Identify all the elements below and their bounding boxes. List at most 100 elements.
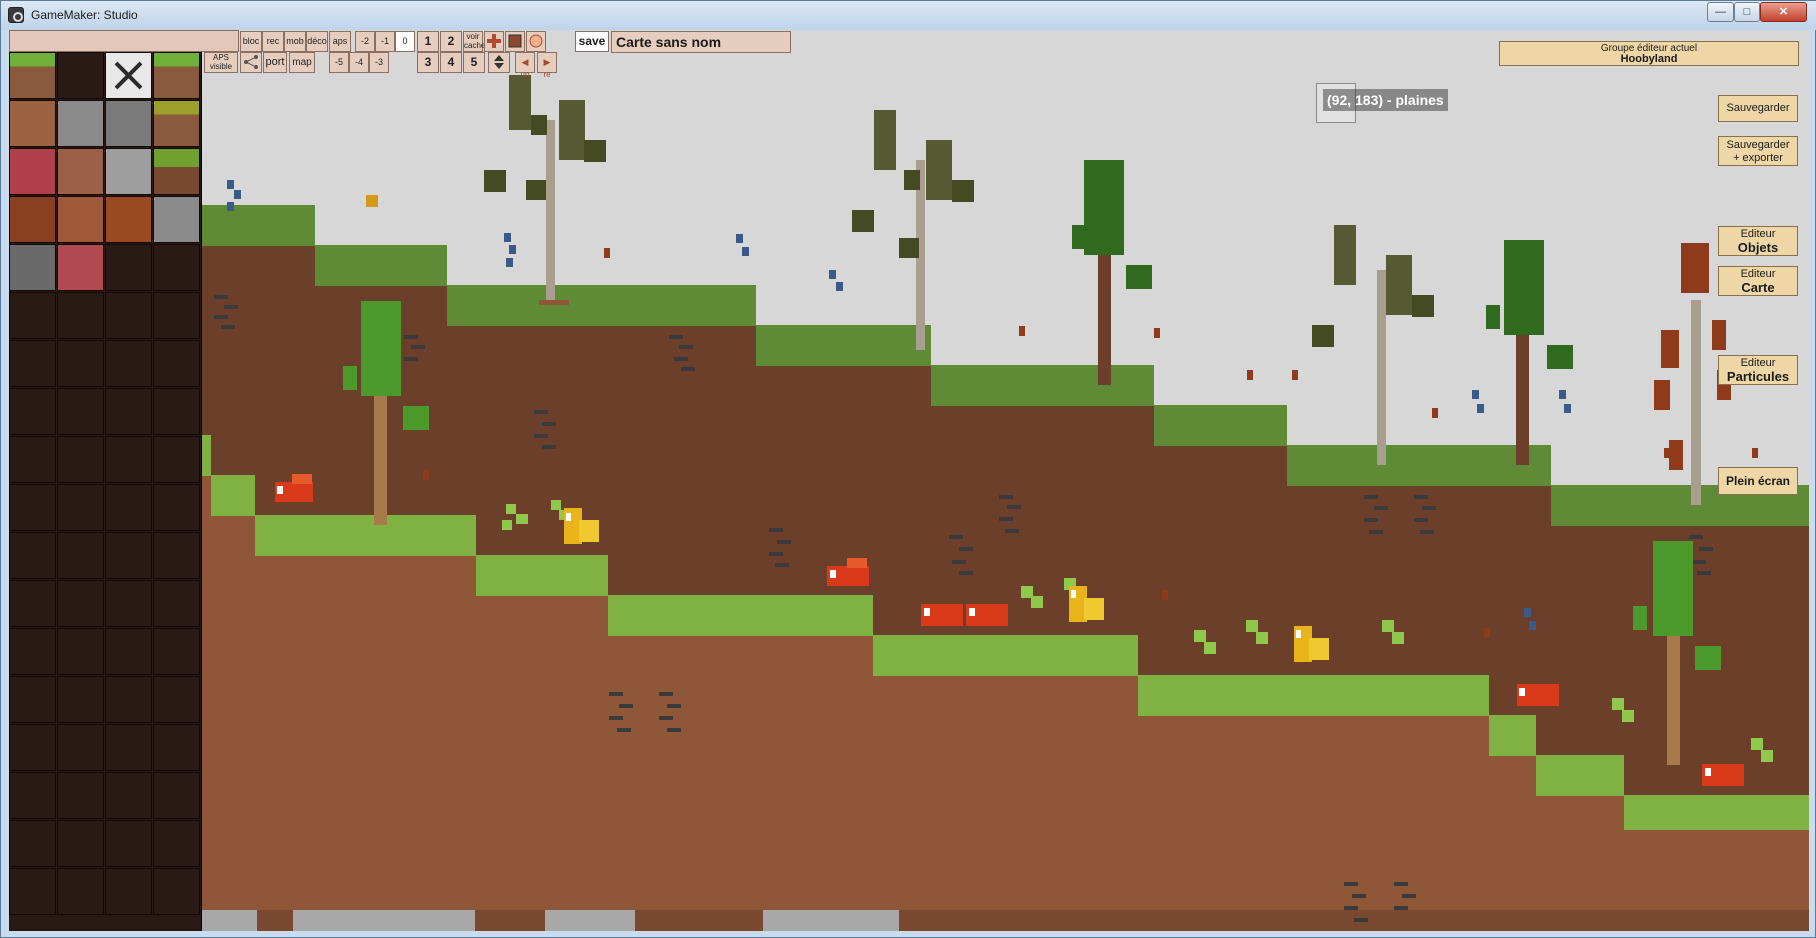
palette-empty-tile[interactable] xyxy=(153,388,200,435)
palette-empty-tile[interactable] xyxy=(9,532,56,579)
tool-bloc[interactable]: bloc xyxy=(240,31,262,52)
palette-empty-tile[interactable] xyxy=(153,772,200,819)
toggle-show-hidden[interactable]: voir cache xyxy=(463,31,485,52)
move-icon[interactable] xyxy=(488,52,510,73)
layer-minus-1[interactable]: -1 xyxy=(375,31,395,52)
layer-4[interactable]: 4 xyxy=(440,52,462,73)
save-button[interactable]: save xyxy=(575,31,609,52)
close-window-button[interactable]: ✕ xyxy=(1760,2,1807,22)
circle-icon[interactable] xyxy=(526,31,546,52)
palette-tile[interactable] xyxy=(105,244,152,291)
palette-empty-tile[interactable] xyxy=(57,868,104,915)
palette-empty-tile[interactable] xyxy=(9,868,56,915)
map-name-field[interactable]: Carte sans nom xyxy=(611,31,791,53)
tool-port[interactable]: port xyxy=(263,52,287,73)
palette-empty-tile[interactable] xyxy=(153,580,200,627)
palette-tile[interactable] xyxy=(105,100,152,147)
square-icon[interactable] xyxy=(505,31,525,52)
link-icon[interactable] xyxy=(240,52,262,73)
palette-empty-tile[interactable] xyxy=(9,340,56,387)
save-export-button[interactable]: Sauvegarder + exporter xyxy=(1718,136,1798,166)
palette-empty-tile[interactable] xyxy=(105,340,152,387)
palette-empty-tile[interactable] xyxy=(57,532,104,579)
palette-empty-tile[interactable] xyxy=(57,628,104,675)
palette-tile[interactable] xyxy=(57,148,104,195)
minimize-button[interactable]: — xyxy=(1707,2,1734,22)
palette-empty-tile[interactable] xyxy=(105,292,152,339)
palette-empty-tile[interactable] xyxy=(105,772,152,819)
palette-tile[interactable] xyxy=(153,148,200,195)
palette-empty-tile[interactable] xyxy=(105,532,152,579)
palette-empty-tile[interactable] xyxy=(9,292,56,339)
palette-tile[interactable] xyxy=(153,52,200,99)
palette-empty-tile[interactable] xyxy=(9,628,56,675)
palette-empty-tile[interactable] xyxy=(105,820,152,867)
palette-empty-tile[interactable] xyxy=(153,676,200,723)
palette-empty-tile[interactable] xyxy=(153,724,200,771)
palette-empty-tile[interactable] xyxy=(9,820,56,867)
palette-empty-tile[interactable] xyxy=(105,436,152,483)
palette-empty-tile[interactable] xyxy=(105,580,152,627)
tool-rec[interactable]: rec xyxy=(262,31,284,52)
editor-objects-button[interactable]: Editeur Objets xyxy=(1718,226,1798,256)
palette-empty-tile[interactable] xyxy=(153,868,200,915)
layer-minus-4[interactable]: -4 xyxy=(349,52,369,73)
palette-empty-tile[interactable] xyxy=(57,820,104,867)
palette-tile[interactable] xyxy=(153,244,200,291)
palette-tile[interactable] xyxy=(57,100,104,147)
palette-tile[interactable] xyxy=(57,196,104,243)
palette-empty-tile[interactable] xyxy=(9,484,56,531)
palette-tile[interactable] xyxy=(9,196,56,243)
tool-mob[interactable]: mob xyxy=(284,31,306,52)
palette-empty-tile[interactable] xyxy=(153,820,200,867)
palette-empty-tile[interactable] xyxy=(153,628,200,675)
palette-empty-tile[interactable] xyxy=(57,484,104,531)
layer-1[interactable]: 1 xyxy=(417,31,439,52)
palette-empty-tile[interactable] xyxy=(105,388,152,435)
maximize-button[interactable]: □ xyxy=(1734,2,1760,22)
palette-empty-tile[interactable] xyxy=(153,436,200,483)
palette-tile[interactable] xyxy=(153,100,200,147)
palette-tile[interactable] xyxy=(105,196,152,243)
toggle-aps-visible[interactable]: APS visible xyxy=(204,52,238,73)
save-map-button[interactable]: Sauvegarder xyxy=(1718,95,1798,122)
redo-button[interactable]: ▶ re xyxy=(537,52,557,79)
palette-tile[interactable] xyxy=(105,148,152,195)
palette-empty-tile[interactable] xyxy=(57,388,104,435)
palette-empty-tile[interactable] xyxy=(153,532,200,579)
palette-empty-tile[interactable] xyxy=(9,388,56,435)
palette-erase-tile[interactable] xyxy=(105,52,152,99)
palette-empty-tile[interactable] xyxy=(105,676,152,723)
layer-minus-2[interactable]: -2 xyxy=(355,31,375,52)
fullscreen-button[interactable]: Plein écran xyxy=(1718,467,1798,495)
layer-minus-3[interactable]: -3 xyxy=(369,52,389,73)
toolbar-search-field[interactable] xyxy=(9,30,239,52)
palette-empty-tile[interactable] xyxy=(9,676,56,723)
palette-empty-tile[interactable] xyxy=(153,292,200,339)
palette-tile[interactable] xyxy=(57,52,104,99)
palette-empty-tile[interactable] xyxy=(57,436,104,483)
palette-empty-tile[interactable] xyxy=(9,772,56,819)
tool-map[interactable]: map xyxy=(289,52,315,73)
palette-tile[interactable] xyxy=(9,244,56,291)
undo-button[interactable]: ◀ un xyxy=(515,52,535,79)
palette-empty-tile[interactable] xyxy=(9,580,56,627)
palette-empty-tile[interactable] xyxy=(9,436,56,483)
editor-map-button[interactable]: Editeur Carte xyxy=(1718,266,1798,296)
tool-aps[interactable]: aps xyxy=(329,31,351,52)
editor-particles-button[interactable]: Editeur Particules xyxy=(1718,355,1798,385)
palette-empty-tile[interactable] xyxy=(57,580,104,627)
tool-deco[interactable]: déco xyxy=(306,31,328,52)
map-scene[interactable] xyxy=(9,30,1809,931)
palette-empty-tile[interactable] xyxy=(57,676,104,723)
palette-empty-tile[interactable] xyxy=(105,628,152,675)
palette-empty-tile[interactable] xyxy=(9,724,56,771)
palette-tile[interactable] xyxy=(57,244,104,291)
palette-tile[interactable] xyxy=(9,100,56,147)
palette-empty-tile[interactable] xyxy=(57,724,104,771)
palette-empty-tile[interactable] xyxy=(153,484,200,531)
layer-minus-5[interactable]: -5 xyxy=(329,52,349,73)
layer-5[interactable]: 5 xyxy=(463,52,485,73)
palette-tile[interactable] xyxy=(153,196,200,243)
palette-empty-tile[interactable] xyxy=(105,868,152,915)
